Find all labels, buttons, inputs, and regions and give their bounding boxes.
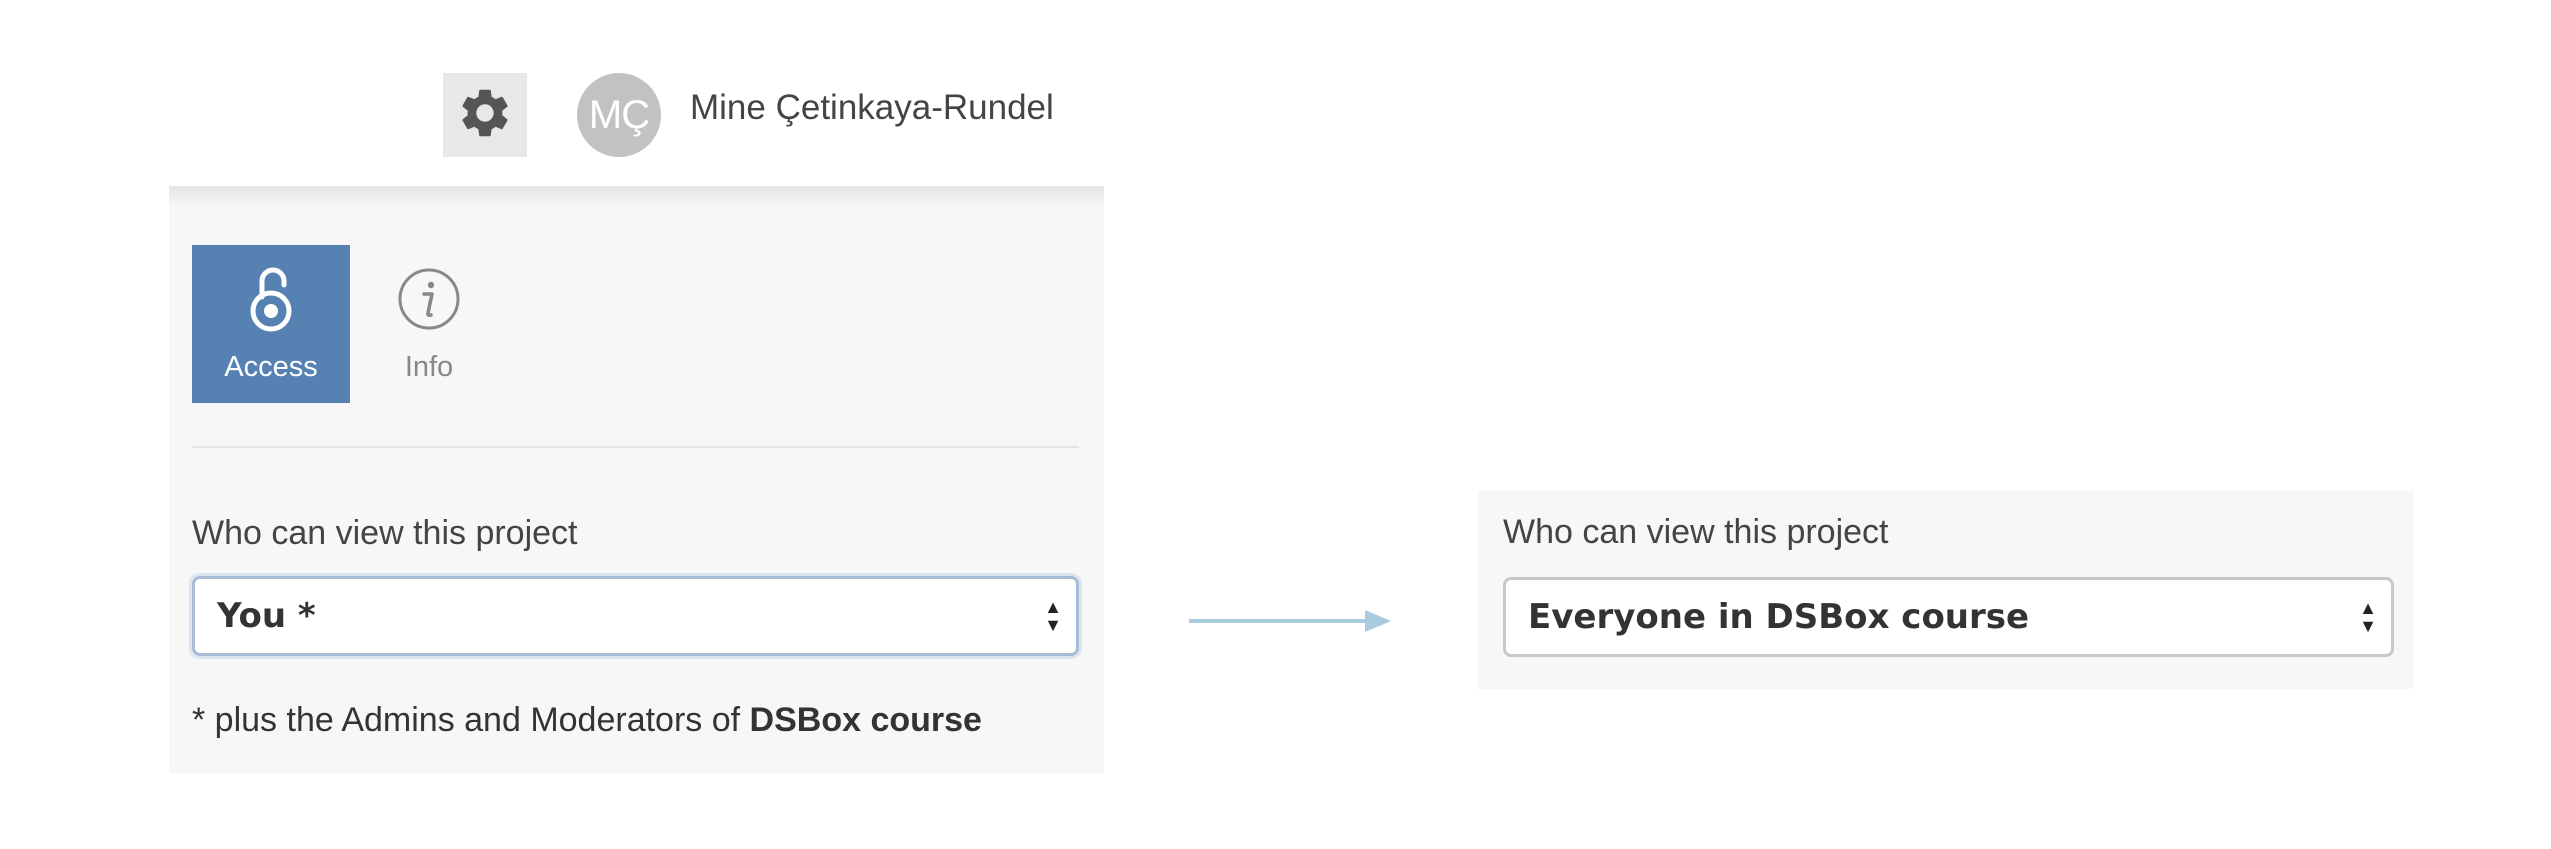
visibility-label: Who can view this project [1503,513,1889,551]
tab-access[interactable]: Access [192,245,350,403]
divider [192,446,1079,448]
avatar-initials: MÇ [588,92,650,137]
user-name[interactable]: Mine Çetinkaya-Rundel [690,88,1054,128]
course-name: DSBox course [749,701,982,739]
info-icon [397,261,461,337]
visibility-select-value: Everyone in DSBox course [1528,597,2030,637]
visibility-result-panel: Who can view this project Everyone in DS… [1478,491,2413,689]
gear-icon [456,84,514,147]
tab-access-label: Access [224,351,318,383]
select-arrows-icon: ▲ ▼ [2359,598,2377,636]
open-padlock-icon [247,261,295,337]
visibility-select-value: You * [217,596,316,636]
select-arrows-icon: ▲ ▼ [1044,597,1062,635]
tab-info[interactable]: Info [350,245,508,403]
visibility-select[interactable]: Everyone in DSBox course ▲ ▼ [1503,577,2394,657]
avatar[interactable]: MÇ [577,73,661,157]
panel-top-shadow [169,186,1104,208]
visibility-select[interactable]: You * ▲ ▼ [192,576,1079,656]
visibility-note-text: * plus the Admins and Moderators of [192,701,750,739]
settings-button[interactable] [443,73,527,157]
tab-info-label: Info [404,351,454,383]
visibility-label: Who can view this project [192,514,578,552]
visibility-note: * plus the Admins and Moderators of DSBo… [192,701,982,740]
arrow-right-icon [1187,606,1393,641]
project-settings-panel: Access Info Who can view this project Yo… [169,186,1104,773]
